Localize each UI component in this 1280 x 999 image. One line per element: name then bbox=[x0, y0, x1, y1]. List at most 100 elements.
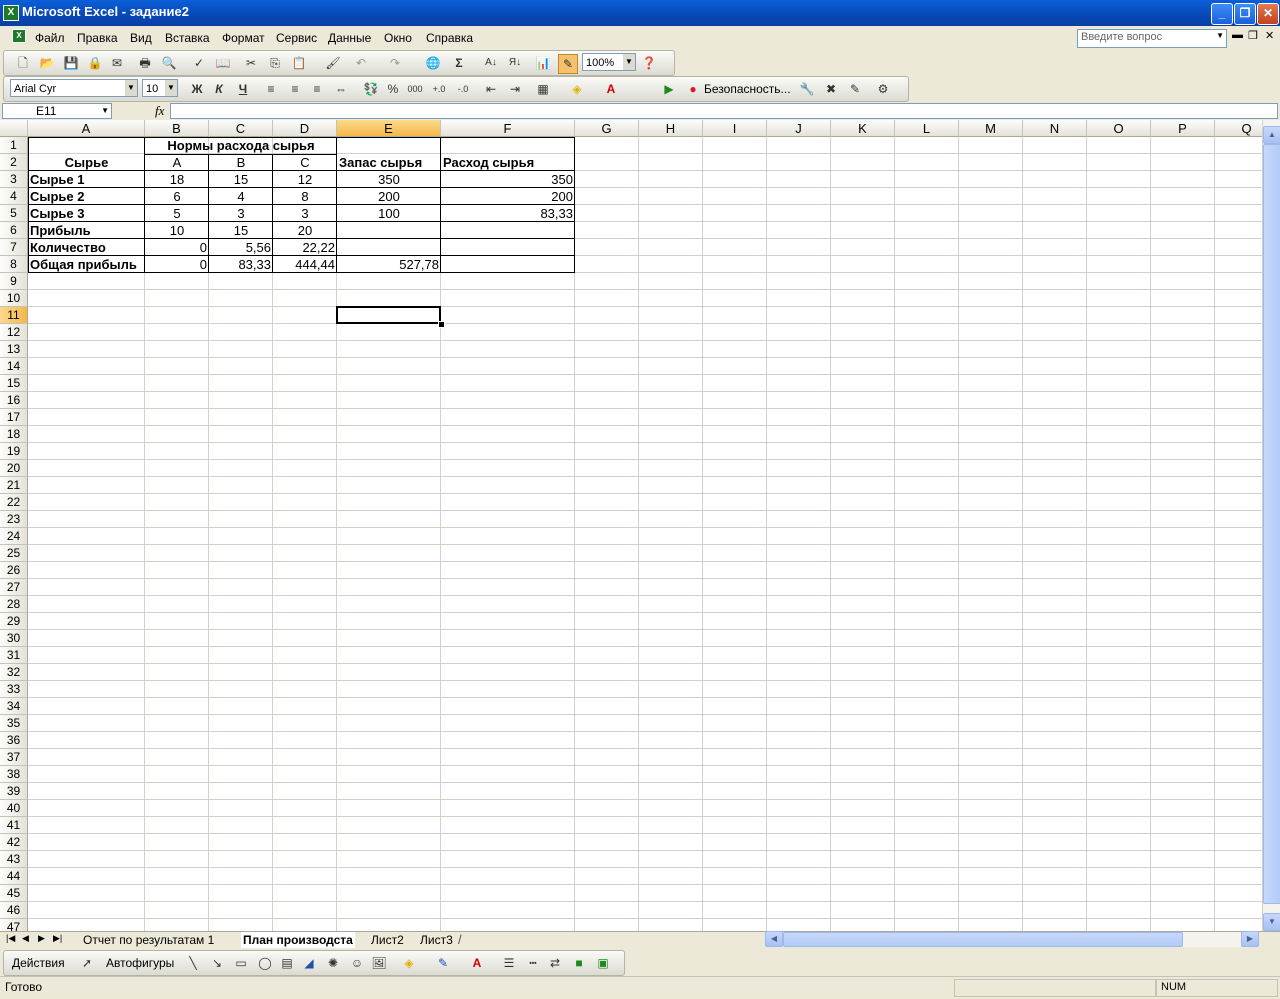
cell-d5[interactable]: 3 bbox=[273, 205, 337, 222]
row-header-44[interactable]: 44 bbox=[0, 868, 28, 885]
menu-help[interactable]: Справка bbox=[426, 31, 473, 45]
last-sheet-icon[interactable]: ▶| bbox=[53, 933, 62, 944]
row-header-6[interactable]: 6 bbox=[0, 222, 28, 239]
decrease-decimal-icon[interactable]: -.0 bbox=[454, 80, 472, 98]
worksheet-grid[interactable]: A B C D E F G H I J K L M N O P Q 1 2 3 4 5 6 7 8 9 10 11 12 13 14 15 16… bbox=[0, 120, 1262, 931]
column-header-a[interactable]: A bbox=[28, 120, 145, 137]
cell-c3[interactable]: 15 bbox=[209, 171, 273, 188]
scroll-left-icon[interactable]: ◀ bbox=[765, 931, 783, 947]
fill-color-icon[interactable]: ◈ bbox=[568, 80, 586, 98]
rectangle-icon[interactable]: ▭ bbox=[232, 954, 250, 972]
chevron-down-icon[interactable]: ▼ bbox=[623, 54, 635, 70]
doc-close-button[interactable]: ✕ bbox=[1265, 29, 1274, 42]
cell-b7[interactable]: 0 bbox=[145, 239, 209, 256]
cell-a8[interactable]: Общая прибыль bbox=[28, 256, 145, 273]
menu-insert[interactable]: Вставка bbox=[165, 31, 210, 45]
active-cell-highlight[interactable] bbox=[336, 306, 441, 324]
cell-a6[interactable]: Прибыль bbox=[28, 222, 145, 239]
close-button[interactable]: ✕ bbox=[1257, 3, 1279, 25]
row-header-7[interactable]: 7 bbox=[0, 239, 28, 256]
row-header-40[interactable]: 40 bbox=[0, 800, 28, 817]
row-header-25[interactable]: 25 bbox=[0, 545, 28, 562]
help-icon[interactable]: ❓ bbox=[640, 54, 658, 72]
arrow-icon[interactable]: ↘ bbox=[208, 954, 226, 972]
undo-icon[interactable]: ↶ bbox=[352, 54, 370, 72]
column-header-q[interactable]: Q bbox=[1215, 120, 1262, 137]
clipart-icon[interactable]: ☺ bbox=[348, 954, 366, 972]
row-header-31[interactable]: 31 bbox=[0, 647, 28, 664]
doc-minimize-button[interactable]: ▬ bbox=[1232, 29, 1243, 41]
row-header-15[interactable]: 15 bbox=[0, 375, 28, 392]
oval-icon[interactable]: ◯ bbox=[256, 954, 274, 972]
help-question-input[interactable]: Введите вопрос ▼ bbox=[1077, 29, 1227, 48]
open-icon[interactable]: 📂 bbox=[38, 54, 56, 72]
select-all-corner[interactable] bbox=[0, 120, 28, 137]
cell-d6[interactable]: 20 bbox=[273, 222, 337, 239]
scroll-right-icon[interactable]: ▶ bbox=[1241, 931, 1259, 947]
cell-b1[interactable]: Нормы расхода сырья bbox=[145, 137, 337, 154]
row-header-22[interactable]: 22 bbox=[0, 494, 28, 511]
scroll-thumb[interactable] bbox=[1263, 144, 1280, 904]
font-color-icon[interactable]: A bbox=[468, 954, 486, 972]
menu-file[interactable]: Файл bbox=[35, 31, 65, 45]
row-header-38[interactable]: 38 bbox=[0, 766, 28, 783]
run-macro-icon[interactable]: ▶ bbox=[660, 80, 678, 98]
prev-sheet-icon[interactable]: ◀ bbox=[22, 933, 29, 944]
save-icon[interactable]: 💾 bbox=[62, 54, 80, 72]
paste-icon[interactable]: 📋 bbox=[290, 54, 308, 72]
record-macro-icon[interactable]: ● bbox=[684, 80, 702, 98]
menu-format[interactable]: Формат bbox=[222, 31, 265, 45]
increase-decimal-icon[interactable]: +.0 bbox=[430, 80, 448, 98]
cell-b5[interactable]: 5 bbox=[145, 205, 209, 222]
autoshapes-menu[interactable]: Автофигуры bbox=[106, 956, 174, 970]
minimize-button[interactable]: _ bbox=[1211, 3, 1233, 25]
font-select[interactable]: Arial Cyr ▼ bbox=[10, 79, 138, 97]
shadow-icon[interactable]: ■ bbox=[570, 954, 588, 972]
row-header-13[interactable]: 13 bbox=[0, 341, 28, 358]
scroll-down-icon[interactable]: ▼ bbox=[1263, 913, 1280, 931]
column-header-i[interactable]: I bbox=[703, 120, 767, 137]
hscroll-thumb[interactable] bbox=[783, 932, 1183, 947]
cell-d2[interactable]: C bbox=[273, 154, 337, 171]
textbox-icon[interactable]: ▤ bbox=[278, 954, 296, 972]
line-color-icon[interactable]: ✎ bbox=[434, 954, 452, 972]
row-header-32[interactable]: 32 bbox=[0, 664, 28, 681]
row-header-28[interactable]: 28 bbox=[0, 596, 28, 613]
row-header-47[interactable]: 47 bbox=[0, 919, 28, 931]
align-right-icon[interactable]: ≡ bbox=[308, 80, 326, 98]
doc-restore-button[interactable]: ❐ bbox=[1248, 29, 1258, 42]
row-header-14[interactable]: 14 bbox=[0, 358, 28, 375]
row-header-45[interactable]: 45 bbox=[0, 885, 28, 902]
row-header-21[interactable]: 21 bbox=[0, 477, 28, 494]
cell-c8[interactable]: 83,33 bbox=[209, 256, 273, 273]
increase-indent-icon[interactable]: ⇥ bbox=[506, 80, 524, 98]
diagram-icon[interactable]: ✺ bbox=[324, 954, 342, 972]
chevron-down-icon[interactable]: ▼ bbox=[165, 80, 177, 96]
chevron-down-icon[interactable]: ▼ bbox=[1216, 31, 1224, 40]
cell-d7[interactable]: 22,22 bbox=[273, 239, 337, 256]
row-header-4[interactable]: 4 bbox=[0, 188, 28, 205]
3d-icon[interactable]: ▣ bbox=[594, 954, 612, 972]
column-header-c[interactable]: C bbox=[209, 120, 273, 137]
cut-icon[interactable]: ✂ bbox=[242, 54, 260, 72]
column-header-m[interactable]: M bbox=[959, 120, 1023, 137]
chevron-down-icon[interactable]: ▼ bbox=[125, 80, 137, 96]
wordart-icon[interactable]: ◢ bbox=[300, 954, 318, 972]
cell-e2[interactable]: Запас сырья bbox=[337, 154, 441, 171]
align-left-icon[interactable]: ≡ bbox=[262, 80, 280, 98]
first-sheet-icon[interactable]: |◀ bbox=[6, 933, 15, 944]
cell-e5[interactable]: 100 bbox=[337, 205, 441, 222]
row-header-19[interactable]: 19 bbox=[0, 443, 28, 460]
row-header-37[interactable]: 37 bbox=[0, 749, 28, 766]
decrease-indent-icon[interactable]: ⇤ bbox=[482, 80, 500, 98]
cell-d3[interactable]: 12 bbox=[273, 171, 337, 188]
tab-sheet3[interactable]: Лист3 bbox=[420, 932, 453, 948]
dash-style-icon[interactable]: ┅ bbox=[524, 954, 542, 972]
scroll-up-icon[interactable]: ▲ bbox=[1263, 126, 1280, 144]
format-painter-icon[interactable]: 🖌 bbox=[324, 54, 342, 72]
row-header-20[interactable]: 20 bbox=[0, 460, 28, 477]
column-header-n[interactable]: N bbox=[1023, 120, 1087, 137]
row-header-1[interactable]: 1 bbox=[0, 137, 28, 154]
menu-edit[interactable]: Правка bbox=[77, 31, 118, 45]
column-header-g[interactable]: G bbox=[575, 120, 639, 137]
